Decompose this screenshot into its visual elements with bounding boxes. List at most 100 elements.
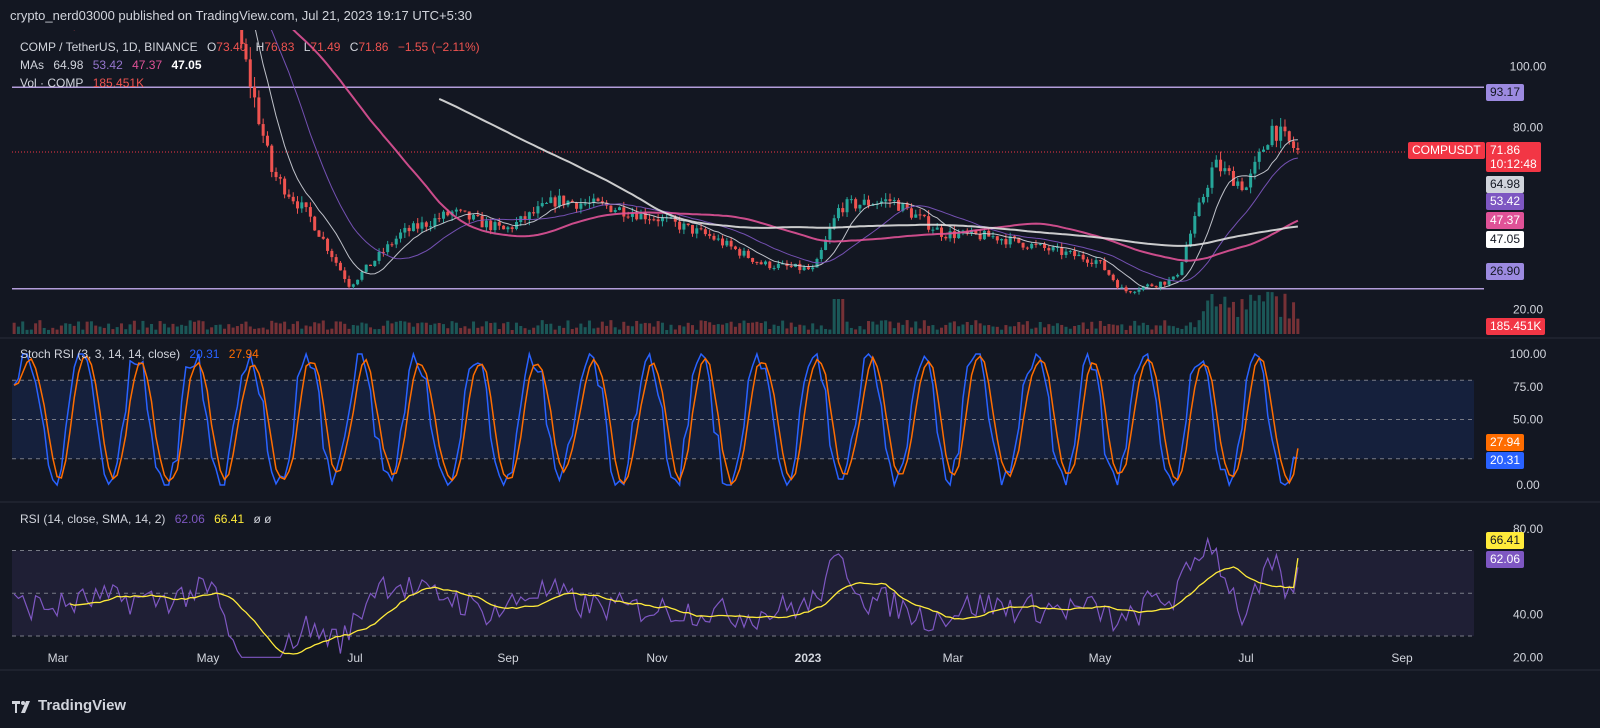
volume-bar	[81, 330, 84, 334]
stoch-axis-tick: 75.00	[1513, 380, 1543, 394]
volume-bar	[704, 321, 707, 334]
stoch-legend[interactable]: Stoch RSI (3, 3, 14, 14, close) 20.31 27…	[20, 347, 265, 361]
volume-bar	[64, 323, 67, 334]
candle-body	[858, 205, 861, 209]
volume-bar	[270, 321, 273, 334]
candle-body	[1215, 160, 1218, 168]
volume-bar	[163, 324, 166, 334]
volume-bar	[687, 323, 690, 334]
candle-body	[317, 230, 320, 236]
volume-bar	[979, 323, 982, 334]
volume-bar	[532, 328, 535, 334]
ma1-tag: 64.98	[1486, 176, 1524, 193]
volume-bar	[167, 327, 170, 334]
volume-bar	[369, 327, 372, 334]
ma2-tag: 53.42	[1486, 193, 1524, 210]
volume-bar	[249, 326, 252, 334]
candle-body	[481, 216, 484, 227]
candle-body	[129, 0, 132, 3]
candle-body	[485, 221, 488, 228]
volume-bar	[1241, 299, 1244, 334]
volume-bar	[472, 321, 475, 334]
candle-body	[1275, 126, 1278, 141]
volume-bar	[700, 320, 703, 334]
candle-body	[412, 223, 415, 231]
candle-body	[305, 202, 308, 207]
vol-legend[interactable]: Vol · COMP 185.451K	[20, 76, 150, 90]
volume-bar	[365, 324, 368, 334]
volume-bar	[931, 325, 934, 334]
volume-bar	[1155, 325, 1158, 334]
vol-value: 185.451K	[93, 76, 144, 90]
volume-bar	[197, 320, 200, 334]
volume-bar	[94, 326, 97, 334]
time-axis-label: Nov	[646, 651, 667, 665]
volume-bar	[1146, 325, 1149, 334]
mas-label: MAs	[20, 58, 44, 72]
volume-bar	[712, 325, 715, 334]
brand-name: TradingView	[38, 697, 126, 714]
vol-tag: 185.451K	[1486, 318, 1545, 335]
candle-body	[1077, 255, 1080, 256]
volume-bar	[352, 325, 355, 334]
volume-bar	[940, 328, 943, 334]
candle-body	[1155, 286, 1158, 287]
candle-body	[159, 0, 162, 7]
candle-body	[717, 239, 720, 240]
volume-bar	[614, 327, 617, 334]
volume-bar	[38, 320, 41, 334]
volume-bar	[1163, 320, 1166, 334]
candle-body	[1228, 168, 1231, 171]
time-axis-label: Jul	[347, 651, 362, 665]
candle-body	[1090, 263, 1093, 264]
candle-body	[627, 217, 630, 218]
candle-body	[614, 210, 617, 212]
rsi-legend[interactable]: RSI (14, close, SMA, 14, 2) 62.06 66.41 …	[20, 512, 277, 526]
volume-bar	[1142, 323, 1145, 334]
volume-bar	[957, 326, 960, 334]
volume-bar	[322, 320, 325, 334]
rsi-tag: 62.06	[1486, 551, 1524, 568]
candle-body	[841, 208, 844, 212]
candle-body	[1258, 152, 1261, 162]
candle-body	[652, 219, 655, 220]
time-axis-label: Sep	[1391, 651, 1413, 665]
volume-bar	[652, 327, 655, 334]
candle-body	[712, 236, 715, 240]
volume-bar	[455, 323, 458, 334]
candle-body	[657, 219, 660, 221]
volume-bar	[657, 321, 660, 334]
volume-bar	[103, 328, 106, 334]
volume-bar	[326, 330, 329, 334]
volume-bar	[665, 330, 668, 334]
candle-body	[1223, 168, 1226, 171]
volume-bar	[811, 323, 814, 334]
time-axis-label: May	[197, 651, 220, 665]
symbol-line[interactable]: COMP / TetherUS, 1D, BINANCE	[20, 40, 198, 54]
volume-bar	[90, 321, 93, 334]
candle-body	[1052, 247, 1055, 250]
candle-body	[1279, 127, 1282, 141]
volume-bar	[562, 328, 565, 334]
volume-bar	[803, 325, 806, 334]
volume-bar	[150, 324, 153, 334]
candle-body	[992, 236, 995, 237]
tradingview-brand[interactable]: TradingView	[12, 697, 126, 714]
chart-canvas[interactable]: 100.0080.0020.00100.0075.0050.000.0080.0…	[0, 0, 1600, 723]
volume-bar	[515, 323, 518, 334]
volume-bar	[232, 328, 235, 334]
candle-body	[820, 250, 823, 259]
volume-bar	[399, 321, 402, 334]
chart-stage[interactable]: 100.0080.0020.00100.0075.0050.000.0080.0…	[0, 0, 1600, 723]
candle-body	[1095, 260, 1098, 264]
volume-bar	[489, 323, 492, 334]
candle-body	[944, 237, 947, 238]
candle-body	[1180, 262, 1183, 275]
mas-legend[interactable]: MAs 64.98 53.42 47.37 47.05	[20, 58, 208, 72]
volume-bar	[725, 323, 728, 334]
candle-body	[1039, 244, 1042, 245]
candle-body	[773, 268, 776, 269]
candle-body	[691, 225, 694, 234]
candle-body	[1241, 181, 1244, 190]
volume-bar	[1180, 329, 1183, 334]
